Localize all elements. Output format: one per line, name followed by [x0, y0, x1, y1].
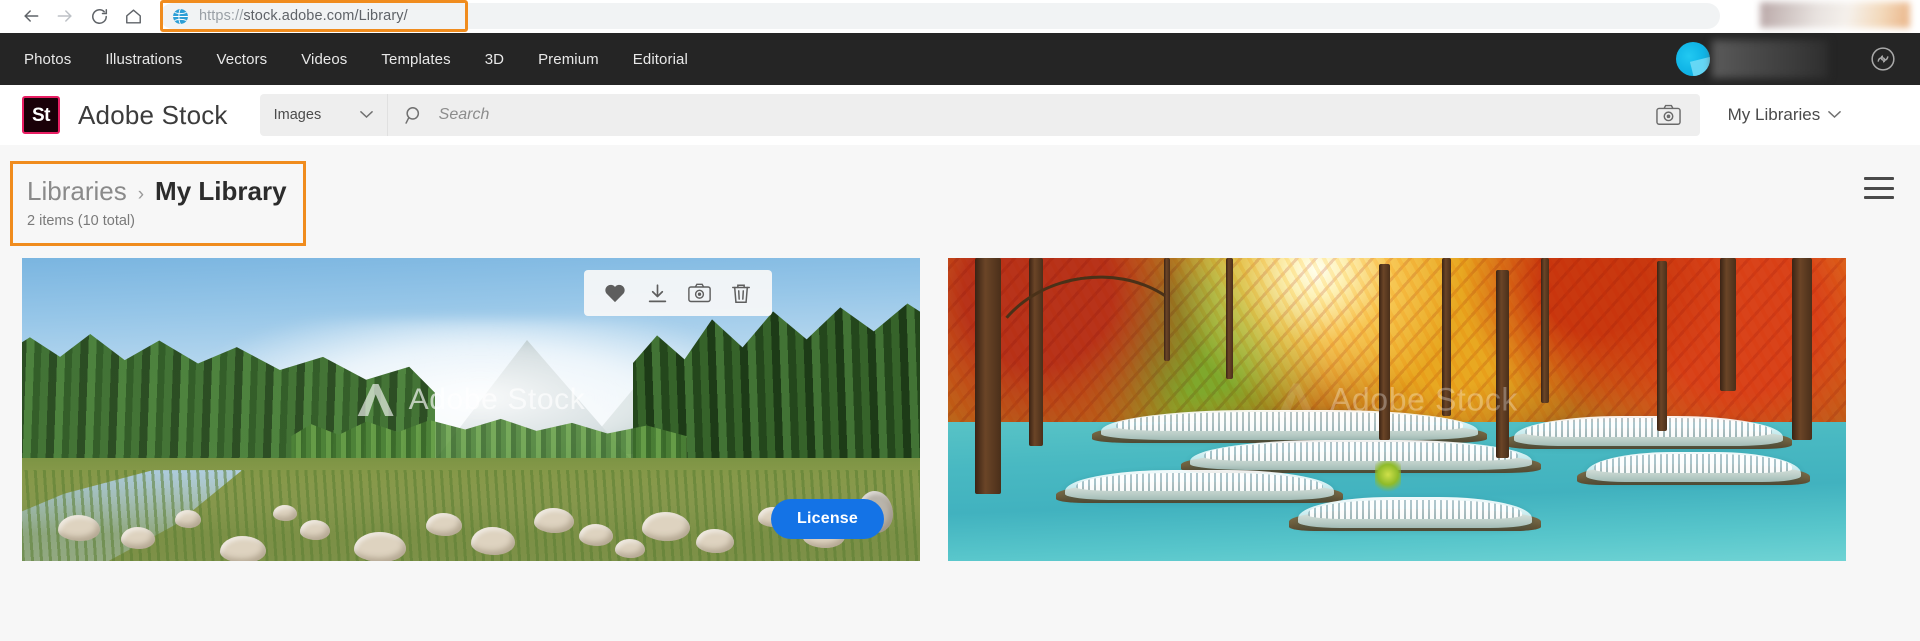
license-button[interactable]: License — [771, 499, 884, 539]
breadcrumb-separator: › — [137, 184, 145, 205]
gnav-item-editorial[interactable]: Editorial — [633, 51, 688, 68]
creative-cloud-icon[interactable] — [1868, 44, 1898, 74]
hamburger-menu-icon[interactable] — [1864, 177, 1894, 199]
url-scheme: https:// — [199, 8, 244, 24]
camera-icon[interactable] — [1637, 94, 1700, 136]
library-item-count: 2 items (10 total) — [27, 213, 135, 229]
adobe-stock-logo-text: St — [32, 104, 51, 126]
globe-icon — [172, 8, 189, 25]
brand-title: Adobe Stock — [78, 99, 228, 130]
browser-home-button[interactable] — [116, 2, 150, 30]
delete-icon[interactable] — [724, 276, 758, 310]
search-type-value: Images — [273, 107, 322, 123]
user-avatar[interactable] — [1676, 42, 1710, 76]
hamburger-line — [1864, 196, 1894, 199]
search-group: Images Search — [259, 94, 1700, 136]
breadcrumb-highlight-box: Libraries › My Library 2 items (10 total… — [10, 161, 306, 246]
gnav-account-area — [1676, 33, 1920, 85]
adobe-stock-header: St Adobe Stock Images Search My Librarie… — [0, 85, 1920, 145]
asset-grid: Adobe Stock License Adobe Stock — [22, 258, 1898, 561]
gnav-item-premium[interactable]: Premium — [538, 51, 599, 68]
my-libraries-dropdown[interactable]: My Libraries — [1728, 105, 1842, 125]
breadcrumb-current-library: My Library — [155, 176, 287, 206]
gnav-item-videos[interactable]: Videos — [301, 51, 347, 68]
chevron-down-icon — [1828, 108, 1842, 122]
gnav-item-templates[interactable]: Templates — [381, 51, 450, 68]
browser-profile-chip-redacted[interactable] — [1760, 2, 1910, 28]
browser-back-button[interactable] — [14, 2, 48, 30]
adobe-global-nav: Photos Illustrations Vectors Videos Temp… — [0, 33, 1920, 85]
asset-thumbnail — [948, 258, 1846, 561]
asset-card-autumn-waterfall[interactable]: Adobe Stock — [948, 258, 1846, 561]
account-name-redacted[interactable] — [1712, 40, 1828, 78]
gnav-item-3d[interactable]: 3D — [485, 51, 504, 68]
breadcrumb: Libraries › My Library — [27, 176, 287, 207]
chevron-down-icon — [359, 108, 373, 122]
gnav-item-illustrations[interactable]: Illustrations — [105, 51, 182, 68]
download-icon[interactable] — [640, 276, 674, 310]
search-type-dropdown[interactable]: Images — [259, 94, 388, 136]
browser-reload-button[interactable] — [82, 2, 116, 30]
search-icon — [404, 105, 425, 126]
browser-forward-button[interactable] — [48, 2, 82, 30]
url-path: stock.adobe.com/Library/ — [243, 8, 408, 24]
gnav-item-photos[interactable]: Photos — [24, 51, 71, 68]
library-content: Libraries › My Library 2 items (10 total… — [0, 145, 1920, 586]
asset-hover-toolbar — [584, 270, 772, 316]
find-similar-icon[interactable] — [682, 276, 716, 310]
search-input-placeholder: Search — [438, 106, 490, 123]
favorite-icon[interactable] — [598, 276, 632, 310]
search-input-wrapper[interactable]: Search — [387, 94, 1638, 136]
adobe-stock-logo-icon[interactable]: St — [22, 96, 60, 134]
breadcrumb-libraries-link[interactable]: Libraries — [27, 176, 127, 207]
asset-card-mountain-river[interactable]: Adobe Stock License — [22, 258, 920, 561]
my-libraries-label: My Libraries — [1727, 105, 1821, 124]
gnav-item-vectors[interactable]: Vectors — [216, 51, 267, 68]
hamburger-line — [1864, 177, 1894, 180]
address-bar-url: https://stock.adobe.com/Library/ — [199, 8, 408, 24]
browser-toolbar: https://stock.adobe.com/Library/ — [0, 0, 1920, 33]
browser-address-bar[interactable]: https://stock.adobe.com/Library/ — [160, 0, 1720, 32]
hamburger-line — [1864, 186, 1894, 190]
